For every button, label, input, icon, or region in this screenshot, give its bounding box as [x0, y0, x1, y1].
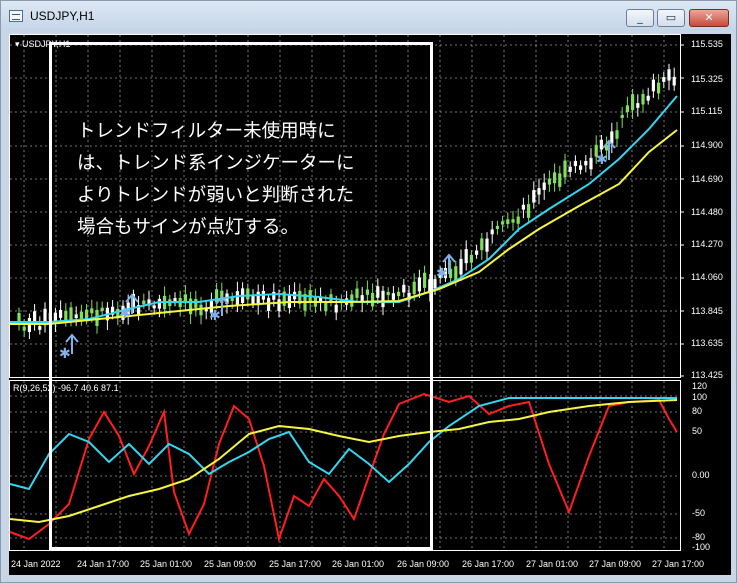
candle-body	[495, 225, 499, 229]
candle-body	[38, 326, 42, 330]
price-tick-label: 114.270	[691, 239, 723, 249]
minimize-button[interactable]: _	[626, 9, 654, 27]
annotation-line: よりトレンドが弱いと判断された	[77, 185, 355, 206]
chart-canvas[interactable]: ✱ ✱ ✱ ✱ ✱ ▾ USDJPY,H1 R(9,26,52) -96.7 40.6 …	[9, 34, 731, 575]
candle-body	[547, 178, 551, 185]
candle-body	[667, 69, 671, 81]
candle-body	[464, 249, 468, 264]
price-tick-label: 113.425	[691, 370, 723, 380]
candle-body	[542, 182, 546, 190]
maximize-button[interactable]: ▭	[657, 9, 685, 27]
price-tick-label: 115.325	[691, 74, 723, 84]
time-tick-label: 27 Jan 01:00	[526, 559, 579, 569]
time-tick-label: 26 Jan 01:00	[332, 559, 385, 569]
candle-body	[589, 157, 593, 170]
candle-body	[568, 166, 572, 172]
candle-body	[641, 93, 645, 105]
oscillator-tick-label: -100	[692, 542, 711, 552]
price-tick-label: 114.900	[691, 140, 723, 150]
price-tick-label: 114.690	[691, 174, 723, 184]
time-tick-label: 26 Jan 09:00	[397, 559, 450, 569]
signal-star-icon: ✱	[596, 152, 608, 168]
time-tick-label: 24 Jan 2022	[11, 559, 61, 569]
candle-body	[672, 76, 676, 86]
candle-body	[657, 82, 661, 94]
candle-body	[662, 77, 666, 82]
time-tick-label: 24 Jan 17:00	[77, 559, 130, 569]
oscillator-tick-label: -80	[692, 532, 706, 542]
oscillator-tick-label: 80	[692, 406, 703, 416]
candle-body	[620, 114, 624, 118]
time-tick-label: 25 Jan 01:00	[140, 559, 193, 569]
candle-body	[615, 130, 619, 139]
oscillator-tick-label: -50	[692, 508, 706, 518]
price-tick-label: 115.535	[691, 39, 723, 49]
price-tick-label: 115.115	[691, 106, 723, 116]
candle-body	[651, 79, 655, 92]
annotation-line: 場合もサインが点灯する。	[77, 217, 300, 238]
candle-body	[501, 221, 505, 225]
close-button[interactable]: ✕	[689, 9, 729, 27]
candle-body	[506, 219, 510, 224]
signal-star-icon: ✱	[436, 266, 448, 282]
candle-body	[636, 103, 640, 108]
candle-body	[459, 258, 463, 275]
chart-window: USDJPY,H1 _ ▭ ✕ ✱ ✱ ✱ ✱ ✱ ▾ USDJPY,H1 R(9,26…	[0, 0, 737, 583]
price-tick-label: 113.635	[691, 338, 723, 348]
candle-body	[490, 229, 494, 235]
price-tick-label: 113.845	[691, 306, 723, 316]
candle-body	[485, 238, 489, 252]
time-tick-label: 27 Jan 17:00	[652, 559, 705, 569]
chart-window-icon	[9, 10, 23, 22]
candle-body	[454, 266, 458, 281]
time-tick-label: 25 Jan 17:00	[269, 559, 322, 569]
candle-body	[511, 219, 515, 223]
annotation-line: は、トレンド系インジケーターに	[77, 153, 355, 174]
candle-body	[27, 318, 31, 332]
oscillator-tick-label: 100	[692, 392, 708, 402]
candle-body	[625, 105, 629, 113]
candle-body	[563, 160, 567, 178]
oscillator-tick-label: 50	[692, 426, 703, 436]
candle-body	[475, 250, 479, 255]
title-bar[interactable]: USDJPY,H1 _ ▭ ✕	[1, 1, 736, 31]
candle-body	[521, 204, 525, 210]
candle-body	[532, 190, 536, 203]
candle-body	[599, 139, 603, 150]
candle-body	[22, 326, 26, 331]
candle-body	[631, 94, 635, 111]
candle-body	[553, 172, 557, 184]
candle-body	[480, 238, 484, 251]
time-tick-label: 25 Jan 09:00	[204, 559, 257, 569]
time-tick-label: 27 Jan 09:00	[589, 559, 642, 569]
price-tick-label: 114.060	[691, 272, 723, 282]
annotation-line: トレンドフィルター未使用時に	[77, 121, 336, 142]
candle-body	[527, 204, 531, 218]
candle-body	[573, 160, 577, 167]
candle-body	[516, 216, 520, 224]
candle-body	[646, 95, 650, 101]
candle-body	[584, 161, 588, 166]
oscillator-tick-label: 0.00	[692, 470, 710, 480]
window-title: USDJPY,H1	[30, 9, 95, 23]
candle-body	[469, 254, 473, 263]
candle-body	[579, 165, 583, 170]
candle-body	[558, 173, 562, 187]
oscillator-tick-label: 120	[692, 381, 708, 391]
price-tick-label: 114.480	[691, 207, 723, 217]
candle-body	[537, 188, 541, 195]
annotation-text: トレンドフィルター未使用時に は、トレンド系インジケーターに よりトレンドが弱い…	[77, 116, 407, 244]
time-tick-label: 26 Jan 17:00	[462, 559, 515, 569]
